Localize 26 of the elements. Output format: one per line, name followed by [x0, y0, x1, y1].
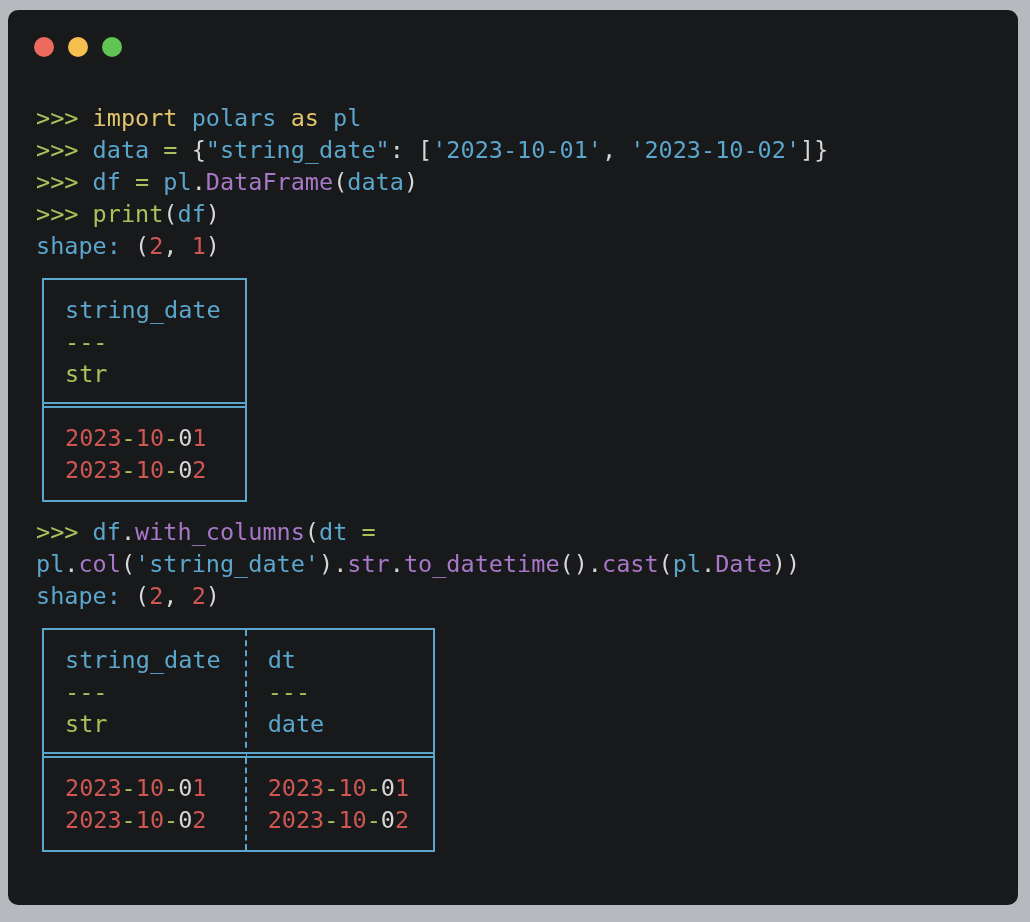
code-line: >>> import polars as pl [36, 103, 362, 134]
table-cell-text: 2023-10-02 [65, 805, 207, 836]
table-cell-text: 2023-10-01 [65, 773, 207, 804]
column-dtype: str [65, 359, 108, 390]
column-dtype: str [65, 709, 108, 740]
dtype-separator: --- [65, 677, 108, 708]
dtype-separator: --- [65, 327, 108, 358]
table-cell-text: 2023-10-02 [267, 805, 410, 836]
code-line: >>> print(df) [36, 199, 220, 230]
column-name: dt [267, 645, 296, 676]
dtype-separator: --- [267, 677, 311, 708]
code-line: >>> df.with_columns(dt = [36, 517, 376, 548]
zoom-button[interactable] [102, 37, 122, 57]
code-line: shape: (2, 1) [36, 231, 220, 262]
code-line: pl.col('string_date').str.to_datetime().cast(pl.Date)) [36, 549, 801, 580]
column-name: string_date [65, 295, 221, 326]
close-button[interactable] [34, 37, 54, 57]
code-line: >>> data = {"string_date": ['2023-10-01', '2023-10-02']} [36, 135, 829, 166]
table-cell-text: 2023-10-01 [267, 773, 410, 804]
minimize-button[interactable] [68, 37, 88, 57]
code-line: >>> df = pl.DataFrame(data) [36, 167, 419, 198]
column-dtype: date [267, 709, 325, 740]
column-name: string_date [65, 645, 221, 676]
table-cell-text: 2023-10-01 [65, 423, 207, 454]
table-cell-text: 2023-10-02 [65, 455, 207, 486]
code-line: shape: (2, 2) [36, 581, 220, 612]
